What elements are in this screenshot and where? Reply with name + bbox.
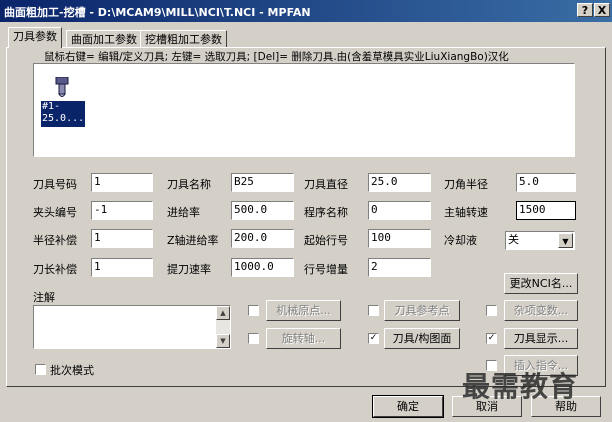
batch-mode-checkbox[interactable]: [35, 364, 46, 375]
length-comp-label: 刀长补偿: [33, 263, 77, 276]
change-nci-button[interactable]: 更改NCI名...: [504, 273, 578, 294]
tool-name-label: 刀具名称: [167, 178, 211, 191]
title-bar[interactable]: 曲面粗加工-挖槽 - D:\MCAM9\MILL\NCI\T.NCI - MPF…: [0, 0, 612, 22]
tool-ref-point-checkbox[interactable]: [368, 305, 379, 316]
holder-number-field[interactable]: -1: [91, 201, 153, 220]
tool-number-label: 刀具号码: [33, 178, 77, 191]
tab-tool-params[interactable]: 刀具参数: [8, 27, 62, 48]
tool-list-item[interactable]: #1- 25.0...: [41, 101, 85, 127]
tool-plane-checkbox[interactable]: ✓: [368, 333, 379, 344]
line-increment-label: 行号增量: [304, 263, 348, 276]
tab-pocket-params[interactable]: 挖槽粗加工参数: [140, 30, 227, 48]
plunge-rate-field[interactable]: 200.0: [231, 229, 294, 248]
tool-number-field[interactable]: 1: [91, 173, 153, 192]
notes-scrollbar[interactable]: ▲ ▼: [216, 306, 230, 348]
retract-rate-label: 提刀速率: [167, 263, 211, 276]
batch-mode-label: 批次模式: [50, 364, 94, 377]
tool-name-field[interactable]: B25: [231, 173, 294, 192]
program-name-label: 程序名称: [304, 206, 348, 219]
tool-display-button[interactable]: 刀具显示...: [504, 328, 578, 349]
start-line-field[interactable]: 100: [368, 229, 431, 248]
window-title: 曲面粗加工-挖槽 - D:\MCAM9\MILL\NCI\T.NCI - MPF…: [4, 6, 311, 19]
coolant-label: 冷却液: [444, 234, 477, 247]
chevron-down-icon[interactable]: ▼: [558, 233, 573, 248]
corner-radius-field[interactable]: 5.0: [516, 173, 576, 192]
machine-origin-checkbox[interactable]: [248, 305, 259, 316]
notes-label: 注解: [33, 291, 55, 304]
tool-item-number: #1-: [42, 101, 61, 112]
feed-rate-label: 进给率: [167, 206, 200, 219]
misc-values-button[interactable]: 杂项变数...: [504, 300, 578, 321]
tab-surface-params[interactable]: 曲面加工参数: [66, 30, 142, 48]
line-increment-field[interactable]: 2: [368, 258, 431, 277]
plunge-rate-label: Z轴进给率: [167, 234, 219, 247]
close-button[interactable]: X: [594, 3, 610, 17]
help-title-button[interactable]: ?: [577, 3, 593, 17]
radius-comp-label: 半径补偿: [33, 234, 77, 247]
notes-textarea[interactable]: ▲ ▼: [33, 305, 231, 349]
coolant-value: 关: [508, 233, 519, 246]
scroll-down-icon[interactable]: ▼: [216, 334, 230, 348]
scroll-up-icon[interactable]: ▲: [216, 306, 230, 320]
feed-rate-field[interactable]: 500.0: [231, 201, 294, 220]
coolant-select[interactable]: 关 ▼: [505, 231, 575, 250]
tool-diameter-field[interactable]: 25.0: [368, 173, 431, 192]
spindle-speed-field[interactable]: 1500: [516, 201, 576, 220]
watermark-logo: 最需教育: [462, 370, 579, 403]
corner-radius-label: 刀角半径: [444, 178, 488, 191]
tool-plane-button[interactable]: 刀具/构图面: [384, 328, 460, 349]
rotary-axis-checkbox[interactable]: [248, 333, 259, 344]
rotary-axis-button[interactable]: 旋转轴...: [266, 328, 341, 349]
spindle-speed-label: 主轴转速: [444, 206, 488, 219]
radius-comp-field[interactable]: 1: [91, 229, 153, 248]
tool-item-diameter: 25.0...: [42, 113, 85, 124]
end-mill-icon[interactable]: [53, 76, 71, 99]
holder-number-label: 夹头编号: [33, 206, 77, 219]
tool-ref-point-button[interactable]: 刀具参考点: [384, 300, 460, 321]
retract-rate-field[interactable]: 1000.0: [231, 258, 294, 277]
tool-diameter-label: 刀具直径: [304, 178, 348, 191]
length-comp-field[interactable]: 1: [91, 258, 153, 277]
hint-text: 鼠标右键= 编辑/定义刀具; 左键= 选取刀具; [Del]= 删除刀具.由(含…: [44, 51, 509, 63]
start-line-label: 起始行号: [304, 234, 348, 247]
tool-list[interactable]: [33, 63, 575, 157]
program-name-field[interactable]: 0: [368, 201, 431, 220]
ok-button[interactable]: 确定: [372, 395, 444, 418]
misc-values-checkbox[interactable]: [486, 305, 497, 316]
tool-display-checkbox[interactable]: ✓: [486, 333, 497, 344]
machine-origin-button[interactable]: 机械原点...: [266, 300, 341, 321]
